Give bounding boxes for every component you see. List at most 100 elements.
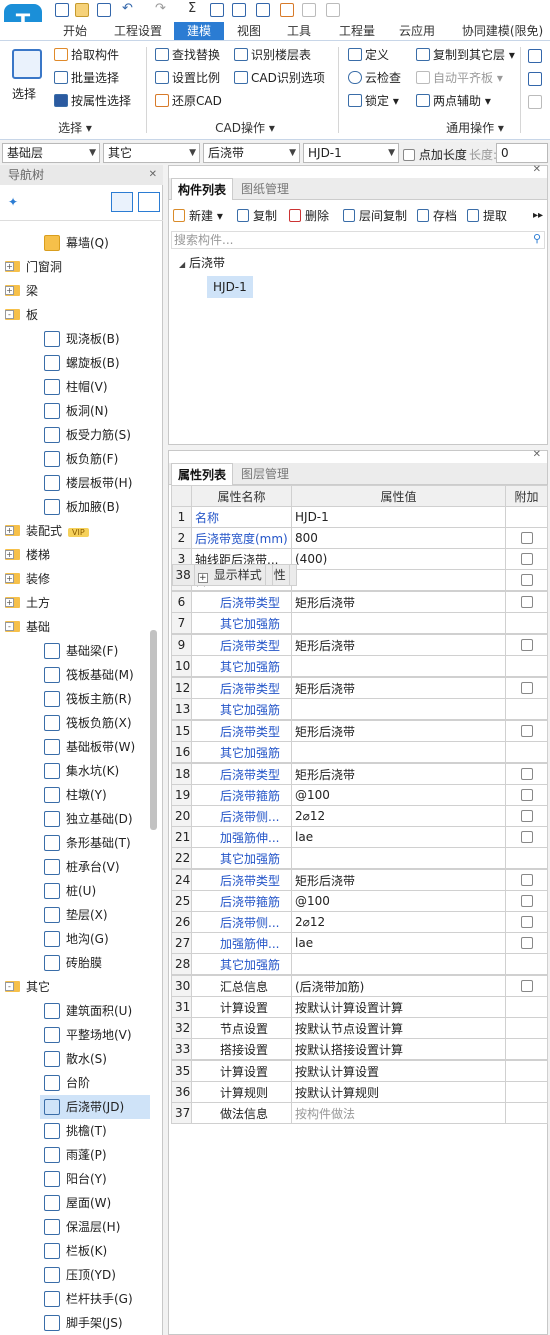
more-icon[interactable] — [528, 95, 542, 109]
nav-item[interactable]: 筏板负筋(X) — [40, 711, 150, 735]
property-value[interactable]: HJD-1 — [291, 506, 506, 528]
more-icon[interactable] — [528, 72, 542, 86]
property-row[interactable]: 37 做法信息 按构件做法 — [171, 1102, 548, 1124]
nav-item[interactable]: 基础板带(W) — [40, 735, 150, 759]
nav-item[interactable]: 板受力筋(S) — [40, 423, 150, 447]
collapse-icon[interactable]: - — [5, 310, 14, 319]
edit-icon[interactable] — [280, 3, 294, 17]
nav-item[interactable]: 筏板基础(M) — [40, 663, 150, 687]
nav-item[interactable]: 地沟(G) — [40, 927, 150, 951]
checkbox-icon[interactable] — [520, 639, 533, 651]
select-by-attr-button[interactable]: 按属性选择 — [54, 91, 131, 111]
nav-item[interactable]: 垫层(X) — [40, 903, 150, 927]
checkbox-icon[interactable] — [520, 874, 533, 886]
checkbox-icon[interactable] — [520, 768, 533, 780]
extract-button[interactable]: 提取 — [467, 206, 507, 226]
tab-layer-manage[interactable]: 图层管理 — [235, 463, 295, 485]
property-row[interactable]: 35 计算设置 按默认计算设置 — [171, 1060, 548, 1082]
tab-tools[interactable]: 工具 — [280, 22, 318, 40]
nav-folder[interactable]: + 装配式 VIP — [0, 519, 150, 543]
close-icon[interactable]: ✕ — [533, 164, 541, 175]
property-row[interactable]: 38 + 显示样式 — [171, 563, 273, 586]
redo-icon[interactable]: ↷ — [155, 1, 169, 16]
identify-floor-table-button[interactable]: 识别楼层表 — [234, 45, 311, 65]
property-value[interactable]: 矩形后浇带 — [291, 720, 506, 742]
report-view-icon[interactable] — [256, 3, 270, 17]
checkbox-icon[interactable] — [520, 895, 533, 907]
nav-item[interactable]: 砖胎膜 — [40, 951, 150, 975]
grid-icon[interactable] — [302, 3, 316, 17]
expand-icon[interactable]: + — [197, 572, 208, 583]
nav-item[interactable]: 筏板主筋(R) — [40, 687, 150, 711]
property-value[interactable]: 按默认计算设置计算 — [291, 996, 506, 1018]
nav-item[interactable]: 屋面(W) — [40, 1191, 150, 1215]
expand-icon[interactable]: ✦ — [8, 195, 18, 209]
tab-modeling[interactable]: 建模 — [174, 22, 224, 40]
property-value[interactable] — [291, 847, 506, 869]
expand-icon[interactable]: + — [5, 574, 14, 583]
checkbox-icon[interactable] — [520, 725, 533, 737]
expand-icon[interactable]: + — [5, 262, 14, 271]
property-row[interactable]: 13 其它加强筋 — [171, 698, 548, 720]
nav-folder[interactable]: - 基础 — [0, 615, 150, 639]
property-row[interactable]: 30 汇总信息 (后浇带加筋) — [171, 975, 548, 997]
property-value[interactable] — [291, 655, 506, 677]
property-value[interactable]: 2⌀12 — [291, 911, 506, 933]
grid-view-icon[interactable] — [138, 192, 160, 212]
nav-item[interactable]: 栏杆扶手(G) — [40, 1287, 150, 1311]
property-value[interactable] — [291, 698, 506, 720]
property-row[interactable]: 19 后浇带箍筋 @100 — [171, 784, 548, 806]
nav-item[interactable]: 集水坑(K) — [40, 759, 150, 783]
nav-item[interactable]: 板洞(N) — [40, 399, 150, 423]
nav-item[interactable]: 桩承台(V) — [40, 855, 150, 879]
nav-folder[interactable]: - 其它 — [0, 975, 150, 999]
length-input[interactable]: 0 — [496, 143, 548, 163]
property-value[interactable]: @100 — [291, 784, 506, 806]
nav-item[interactable]: 保温层(H) — [40, 1215, 150, 1239]
tab-project-settings[interactable]: 工程设置 — [108, 22, 168, 40]
property-value[interactable]: 矩形后浇带 — [291, 677, 506, 699]
checkbox-icon[interactable] — [520, 532, 533, 544]
open-folder-icon[interactable] — [75, 3, 89, 17]
nav-folder[interactable]: + 门窗洞 — [0, 255, 150, 279]
new-button[interactable]: 新建 ▾ — [173, 206, 223, 226]
nav-item[interactable]: 台阶 — [40, 1071, 150, 1095]
property-row[interactable]: 21 加强筋伸... lae — [171, 826, 548, 848]
report-icon[interactable] — [232, 3, 246, 17]
tab-quantity[interactable]: 工程量 — [332, 22, 382, 40]
define-button[interactable]: 定义 — [348, 45, 389, 65]
nav-item[interactable]: 后浇带(JD) — [40, 1095, 150, 1119]
copy-button[interactable]: 复制 — [237, 206, 277, 226]
copy-to-floor-button[interactable]: 复制到其它层 ▾ — [416, 45, 515, 65]
property-row[interactable]: 18 后浇带类型 矩形后浇带 — [171, 763, 548, 785]
batch-select-button[interactable]: 批量选择 — [54, 68, 119, 88]
tab-drawing-manage[interactable]: 图纸管理 — [235, 178, 295, 200]
property-row[interactable]: 36 计算规则 按默认计算规则 — [171, 1081, 548, 1103]
checkbox-icon[interactable] — [520, 553, 533, 565]
property-value[interactable]: lae — [291, 826, 506, 848]
property-value[interactable]: 按默认计算规则 — [291, 1081, 506, 1103]
property-row[interactable]: 26 后浇带侧... 2⌀12 — [171, 911, 548, 933]
property-row[interactable]: 6 后浇带类型 矩形后浇带 — [171, 591, 548, 613]
nav-scrollbar[interactable] — [150, 630, 157, 830]
property-value[interactable]: 矩形后浇带 — [291, 634, 506, 656]
nav-item[interactable]: 板负筋(F) — [40, 447, 150, 471]
cad-options-button[interactable]: CAD识别选项 — [234, 68, 325, 88]
checkbox-icon[interactable] — [520, 980, 533, 992]
nav-item[interactable]: 柱墩(Y) — [40, 783, 150, 807]
nav-folder[interactable]: + 土方 — [0, 591, 150, 615]
sum-icon[interactable]: Σ — [188, 1, 202, 16]
floor-copy-button[interactable]: 层间复制 — [343, 206, 407, 226]
item-select[interactable]: HJD-1 ▼ — [303, 143, 399, 163]
property-row[interactable]: 10 其它加强筋 — [171, 655, 548, 677]
property-row[interactable]: 15 后浇带类型 矩形后浇带 — [171, 720, 548, 742]
find-replace-button[interactable]: 查找替换 — [155, 45, 220, 65]
select-big-button[interactable]: 选择 — [8, 47, 46, 107]
auto-align-slab-button[interactable]: 自动平齐板 ▾ — [416, 68, 503, 88]
property-value[interactable]: 2⌀12 — [291, 805, 506, 827]
more-tools-icon[interactable]: ▸▸ — [533, 206, 543, 226]
cloud-check-button[interactable]: 云检查 — [348, 68, 401, 88]
property-value[interactable]: 按默认计算设置 — [291, 1060, 506, 1082]
property-value[interactable]: 800 — [291, 527, 506, 549]
category-select[interactable]: 其它 ▼ — [103, 143, 200, 163]
